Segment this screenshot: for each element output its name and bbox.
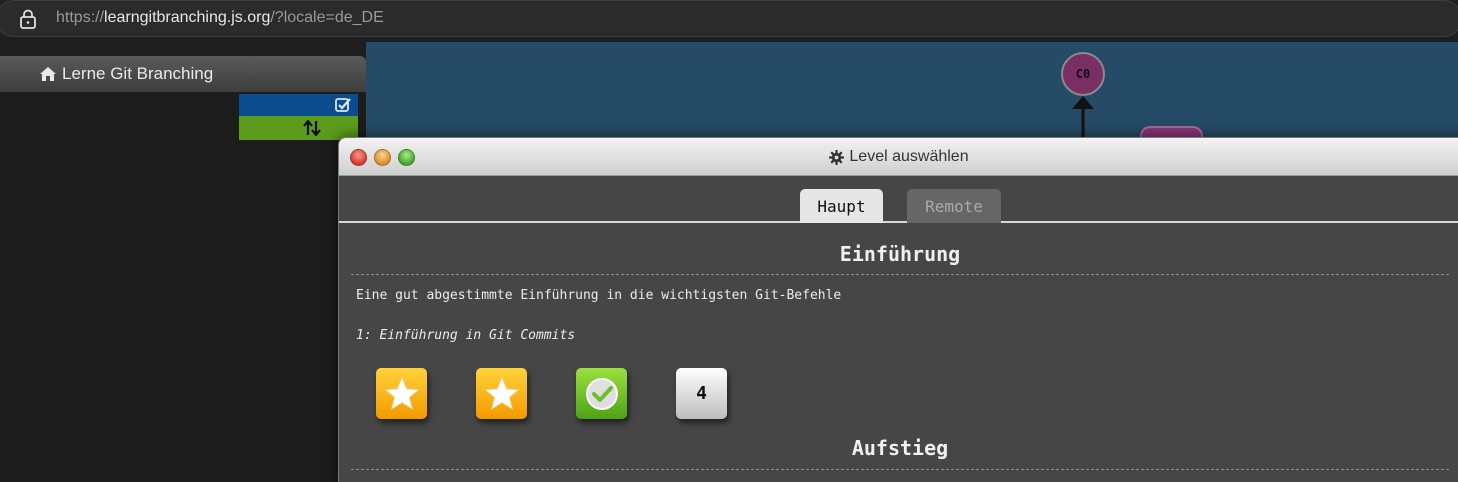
app-title-bar: Lerne Git Branching bbox=[0, 56, 366, 92]
objective-toggle[interactable] bbox=[239, 94, 358, 116]
tab-remote[interactable]: Remote bbox=[907, 189, 1001, 223]
commit-arrow bbox=[1072, 96, 1094, 142]
section-description: Eine gut abgestimmte Einführung in die w… bbox=[356, 288, 842, 303]
sort-arrows-icon[interactable] bbox=[303, 120, 321, 136]
address-bar[interactable]: https://learngitbranching.js.org/?locale… bbox=[0, 0, 1458, 37]
url-text[interactable]: https://learngitbranching.js.org/?locale… bbox=[56, 9, 384, 27]
command-panel: Lerne Git Branching bbox=[0, 56, 366, 482]
section-divider bbox=[351, 274, 1449, 275]
commit-node: C0 bbox=[1061, 52, 1105, 96]
checkbox-icon[interactable] bbox=[335, 97, 352, 113]
star-icon bbox=[384, 377, 419, 409]
url-path: /?locale=de_DE bbox=[270, 9, 384, 26]
section-title: Aufstieg bbox=[851, 436, 949, 460]
level-button[interactable] bbox=[576, 368, 627, 419]
app-title: Lerne Git Branching bbox=[62, 64, 214, 83]
home-icon bbox=[40, 67, 56, 81]
section-title: Einführung bbox=[839, 242, 961, 266]
url-prefix: https:// bbox=[56, 9, 105, 26]
level-select-modal: Level auswählen Haupt Remote Einführung … bbox=[338, 137, 1458, 482]
level-name: 1: Einführung in Git Commits bbox=[356, 328, 576, 343]
section-divider bbox=[351, 469, 1449, 470]
star-icon bbox=[484, 377, 519, 409]
browser-toolbar: https://learngitbranching.js.org/?locale… bbox=[0, 0, 1458, 38]
modal-title: Level auswählen bbox=[339, 138, 1458, 176]
lock-icon[interactable] bbox=[19, 9, 37, 29]
tab-main[interactable]: Haupt bbox=[800, 189, 883, 223]
tab-strip: Haupt Remote bbox=[339, 176, 1458, 223]
modal-titlebar: Level auswählen bbox=[339, 138, 1458, 176]
level-button[interactable] bbox=[476, 368, 527, 419]
level-button[interactable] bbox=[376, 368, 427, 419]
sort-toggle[interactable] bbox=[239, 116, 358, 140]
modal-title-text: Level auswählen bbox=[849, 148, 969, 165]
check-circle-icon bbox=[585, 377, 618, 410]
level-button[interactable]: 4 bbox=[676, 368, 727, 419]
gear-icon bbox=[829, 149, 845, 165]
url-host: learngitbranching.js.org bbox=[104, 9, 271, 26]
